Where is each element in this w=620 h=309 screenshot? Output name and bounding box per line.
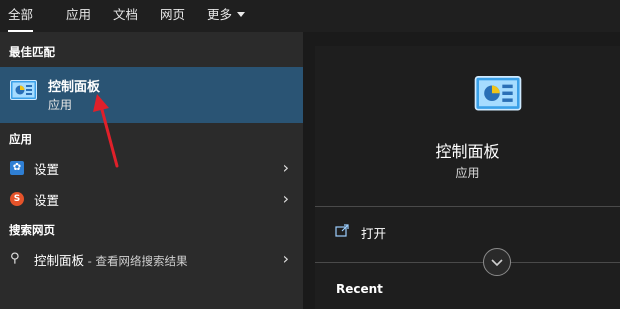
tab-apps[interactable]: 应用 xyxy=(66,0,91,32)
open-label: 打开 xyxy=(361,226,387,241)
control-panel-large-icon xyxy=(474,76,522,111)
app-item-settings[interactable]: ✿ 设置 › xyxy=(0,153,303,183)
settings-gear-icon: ✿ xyxy=(10,161,24,175)
apps-heading: 应用 xyxy=(9,132,32,146)
app-item-settings-sogou[interactable]: S 设置 › xyxy=(0,184,303,214)
app-item-label: 设置 xyxy=(34,162,60,177)
search-icon: ⚲ xyxy=(10,251,20,266)
control-panel-icon xyxy=(10,80,37,100)
tab-web[interactable]: 网页 xyxy=(160,0,185,32)
chevron-right-icon[interactable]: › xyxy=(283,158,289,177)
divider xyxy=(315,206,620,207)
tab-all[interactable]: 全部 xyxy=(8,0,34,32)
annotation-arrow xyxy=(93,94,119,168)
app-item-label: 设置 xyxy=(34,193,60,208)
details-title: 控制面板 xyxy=(435,142,500,161)
chevron-down-icon xyxy=(491,259,503,267)
chevron-right-icon[interactable]: › xyxy=(283,189,289,208)
best-match-type: 应用 xyxy=(48,98,73,112)
best-match-heading: 最佳匹配 xyxy=(9,45,55,59)
web-search-heading: 搜索网页 xyxy=(9,223,55,237)
divider xyxy=(315,262,620,263)
details-pane: 控制面板 应用 打开 Recent xyxy=(315,46,620,309)
filter-tab-bar: 全部 应用 文档 网页 更多 xyxy=(0,0,620,32)
details-subtitle: 应用 xyxy=(455,166,480,180)
expand-button[interactable] xyxy=(483,248,511,276)
tab-more[interactable]: 更多 xyxy=(207,0,246,32)
open-action[interactable]: 打开 xyxy=(315,216,620,246)
results-pane: 最佳匹配 控制面板 应用 应用 ✿ 设置 › S 设置 › 搜索网页 ⚲ 控制面… xyxy=(0,32,303,309)
tab-more-label: 更多 xyxy=(207,7,233,22)
caret-down-icon xyxy=(237,12,246,17)
recent-heading: Recent xyxy=(336,282,383,296)
chevron-right-icon[interactable]: › xyxy=(283,249,289,268)
web-search-suffix: - 查看网络搜索结果 xyxy=(84,254,188,268)
web-search-text: 控制面板 - 查看网络搜索结果 xyxy=(34,250,187,269)
sogou-icon: S xyxy=(10,192,24,206)
open-icon xyxy=(335,224,349,237)
web-search-query: 控制面板 xyxy=(34,253,85,268)
tab-documents[interactable]: 文档 xyxy=(113,0,138,32)
best-match-item[interactable]: 控制面板 应用 xyxy=(0,67,303,123)
web-search-item[interactable]: ⚲ 控制面板 - 查看网络搜索结果 › xyxy=(0,244,303,274)
